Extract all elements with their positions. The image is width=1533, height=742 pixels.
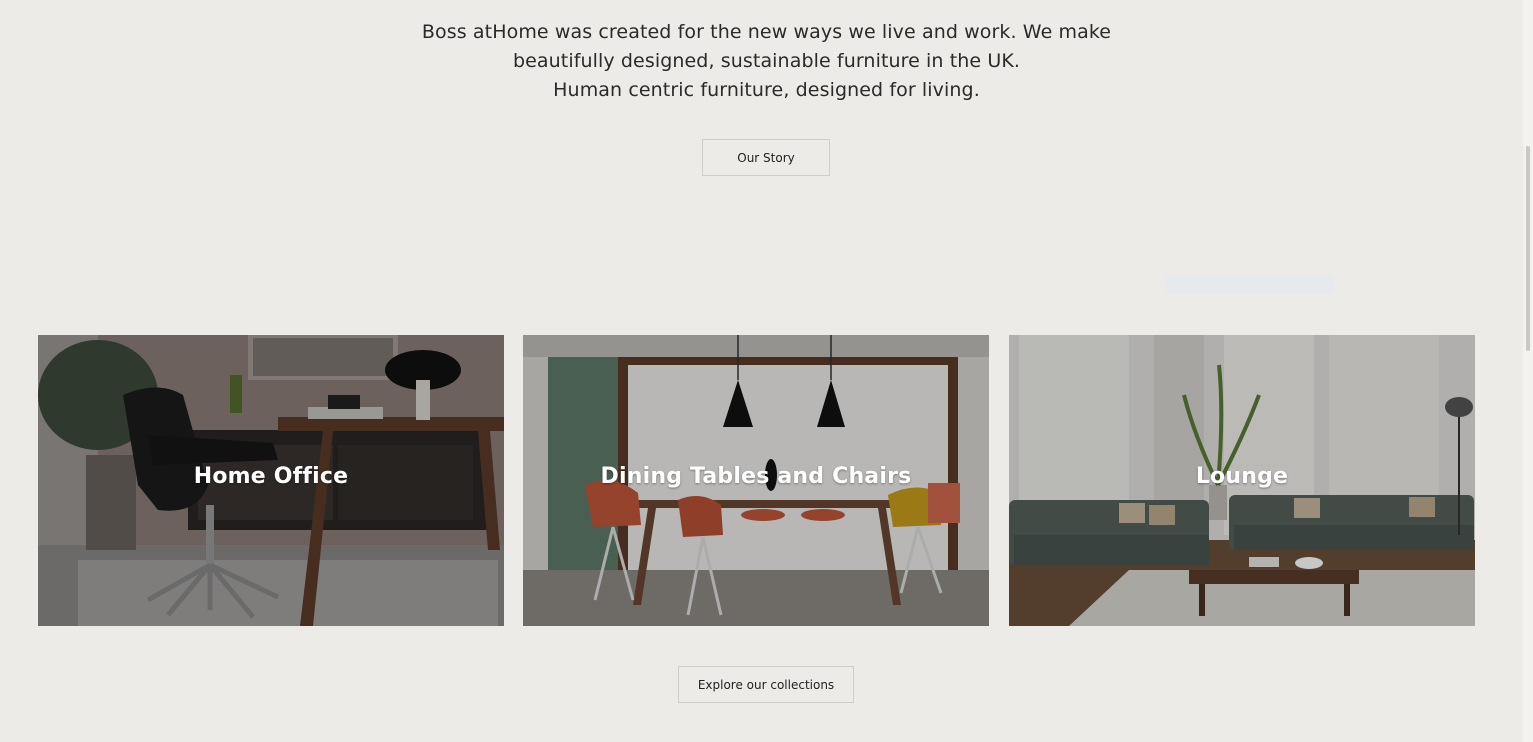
scrollbar-thumb[interactable] <box>1526 146 1530 351</box>
collection-card-dining[interactable]: Dining Tables and Chairs <box>523 335 989 626</box>
intro-section: Boss atHome was created for the new ways… <box>0 18 1533 105</box>
card-title-dining: Dining Tables and Chairs <box>600 464 912 489</box>
card-title-home-office: Home Office <box>193 464 349 489</box>
intro-line-2: beautifully designed, sustainable furnit… <box>512 50 1021 72</box>
scrollbar[interactable] <box>1523 0 1533 742</box>
our-story-button[interactable]: Our Story <box>702 139 830 176</box>
collection-card-lounge[interactable]: Lounge <box>1009 335 1475 626</box>
intro-line-3: Human centric furniture, designed for li… <box>553 79 980 101</box>
faint-overlay-tooltip <box>1165 275 1333 294</box>
collection-card-home-office[interactable]: Home Office <box>38 335 504 626</box>
page: Boss atHome was created for the new ways… <box>0 0 1533 742</box>
intro-line-1: Boss atHome was created for the new ways… <box>421 21 1112 43</box>
card-title-lounge: Lounge <box>1195 464 1289 489</box>
explore-collections-button[interactable]: Explore our collections <box>678 666 854 703</box>
